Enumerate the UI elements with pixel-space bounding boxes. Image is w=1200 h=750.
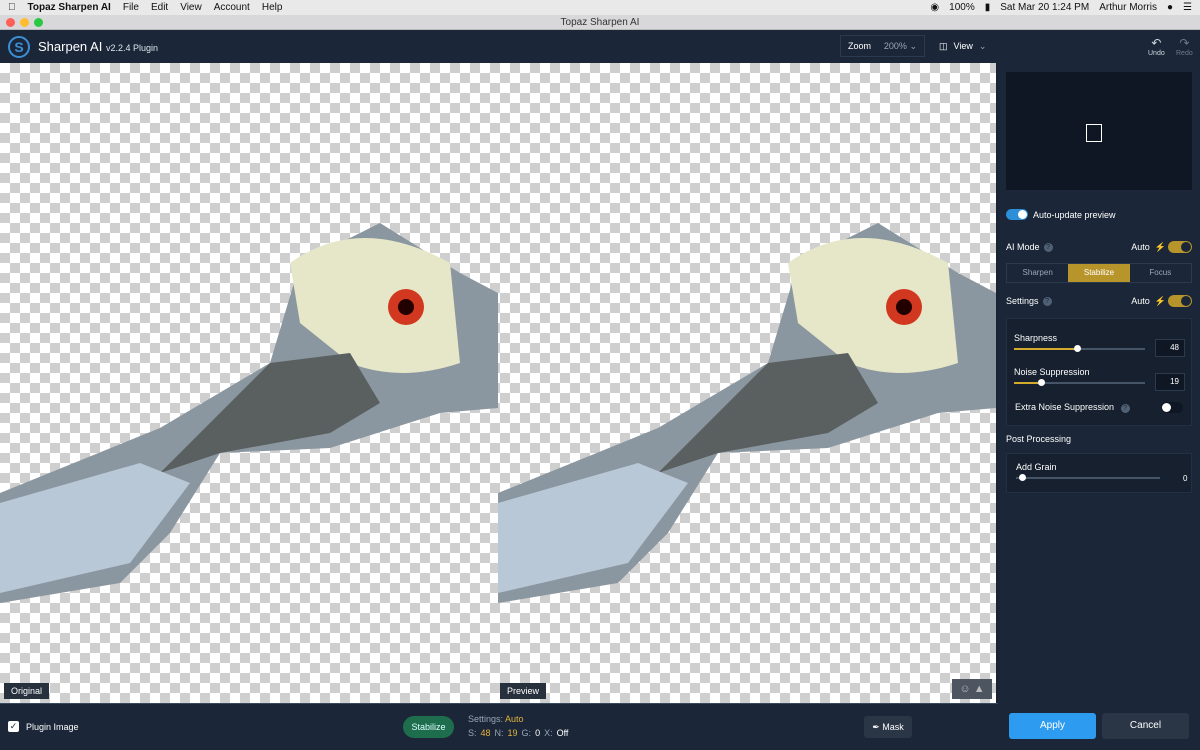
mode-badge-button[interactable]: Stabilize [403, 716, 454, 738]
settings-label: Settings: [468, 714, 504, 724]
user-name[interactable]: Arthur Morris [1099, 2, 1157, 13]
brush-icon: ✒ [872, 722, 880, 732]
image-canvas[interactable]: Original Preview ☺ ▲ [0, 63, 996, 703]
ai-mode-segmented: Sharpen Stabilize Focus [1006, 263, 1192, 283]
plugin-image-checkbox[interactable]: ✓ [8, 721, 19, 732]
plugin-image-label: Plugin Image [26, 722, 79, 732]
lightning-icon: ⚡ [1154, 241, 1166, 252]
battery-icon[interactable]: ▮ [985, 2, 991, 13]
post-processing-card: Add Grain 0 [1006, 453, 1192, 493]
settings-auto-label: Auto [1131, 296, 1150, 306]
sharpness-value[interactable]: 48 [1155, 339, 1185, 357]
settings-label: Settings [1006, 296, 1039, 306]
apply-button[interactable]: Apply [1009, 713, 1096, 739]
chevron-down-icon: ⌄ [909, 40, 917, 51]
cancel-button[interactable]: Cancel [1102, 713, 1189, 739]
add-grain-value: 0 [1183, 474, 1188, 483]
menu-view[interactable]: View [180, 2, 202, 13]
menu-help[interactable]: Help [262, 2, 283, 13]
apple-icon[interactable]:  [8, 2, 16, 13]
undo-label: Undo [1148, 50, 1165, 57]
help-icon[interactable]: ? [1042, 296, 1052, 306]
zoom-dropdown[interactable]: Zoom 200% ⌄ [840, 35, 925, 57]
navigator-thumbnail[interactable] [1006, 72, 1192, 190]
mac-menubar:  Topaz Sharpen AI File Edit View Accoun… [0, 0, 1200, 15]
ai-mode-auto-label: Auto [1131, 242, 1150, 252]
x-value: Off [556, 728, 569, 738]
view-label: View [953, 41, 973, 51]
auto-update-label: Auto-update preview [1033, 209, 1116, 220]
s-label: S: [468, 728, 477, 738]
list-icon[interactable]: ☰ [1183, 2, 1192, 13]
clock[interactable]: Sat Mar 20 1:24 PM [1000, 2, 1089, 13]
window-titlebar: Topaz Sharpen AI [0, 15, 1200, 30]
settings-value: Auto [505, 714, 524, 724]
app-version: v2.2.4 Plugin [105, 43, 158, 53]
zoom-window-button[interactable] [34, 18, 43, 27]
compare-toggle-button[interactable]: ☺ ▲ [952, 679, 992, 699]
extra-noise-toggle[interactable] [1161, 402, 1183, 413]
settings-auto-toggle[interactable] [1168, 295, 1192, 307]
mode-focus-tab[interactable]: Focus [1130, 264, 1191, 282]
add-grain-slider[interactable] [1016, 474, 1160, 481]
noise-suppression-label: Noise Suppression [1014, 367, 1090, 377]
extra-noise-label: Extra Noise Suppression [1015, 402, 1115, 412]
wifi-icon[interactable]: ◉ [930, 2, 939, 13]
help-icon[interactable]: ? [1043, 242, 1053, 252]
ai-mode-label: AI Mode [1006, 242, 1040, 252]
mode-sharpen-tab[interactable]: Sharpen [1007, 264, 1068, 282]
original-label: Original [4, 683, 50, 699]
preview-label: Preview [500, 683, 547, 699]
auto-update-toggle[interactable] [1006, 209, 1028, 220]
original-pane[interactable]: Original [0, 63, 498, 703]
menu-file[interactable]: File [123, 2, 139, 13]
post-processing-label: Post Processing [1006, 434, 1072, 444]
battery-percent[interactable]: 100% [949, 2, 975, 13]
window-title: Topaz Sharpen AI [560, 17, 640, 28]
noise-suppression-slider[interactable] [1014, 379, 1145, 386]
original-image [0, 223, 498, 603]
sharpness-label: Sharpness [1014, 333, 1058, 343]
undo-icon: ↶ [1151, 36, 1162, 50]
help-icon[interactable]: ? [1120, 404, 1130, 413]
broken-image-icon [1086, 124, 1102, 142]
redo-label: Redo [1176, 50, 1193, 57]
n-label: N: [494, 728, 504, 738]
mask-button[interactable]: ✒ Mask [864, 716, 912, 738]
right-sidebar: ↶ Undo ↷ Redo Auto-update preview AI Mod… [998, 30, 1200, 750]
sharpness-slider[interactable] [1014, 345, 1145, 352]
noise-suppression-value[interactable]: 19 [1155, 373, 1185, 391]
split-view-icon: ◫ [939, 40, 948, 51]
preview-image [498, 223, 996, 603]
lightning-icon: ⚡ [1154, 295, 1166, 306]
zoom-value: 200% [883, 40, 907, 51]
siri-icon[interactable]: ● [1167, 2, 1173, 13]
app-title: Sharpen AI [38, 39, 103, 54]
chevron-down-icon: ⌄ [978, 40, 987, 51]
minimize-window-button[interactable] [20, 18, 29, 27]
mode-stabilize-tab[interactable]: Stabilize [1068, 264, 1130, 282]
topaz-logo-icon: S [8, 35, 30, 58]
n-value: 19 [507, 728, 518, 738]
settings-card: Sharpness 48 Noise Suppression 19 Extra … [1006, 318, 1192, 426]
g-value: 0 [535, 728, 541, 738]
redo-button[interactable]: ↷ Redo [1176, 36, 1193, 57]
redo-icon: ↷ [1179, 36, 1190, 50]
preview-pane[interactable]: Preview ☺ ▲ [498, 63, 996, 703]
close-window-button[interactable] [6, 18, 15, 27]
ai-mode-auto-toggle[interactable] [1168, 241, 1192, 253]
bottom-status-bar: ✓ Plugin Image Stabilize Settings: Auto … [0, 703, 998, 750]
add-grain-label: Add Grain [1016, 462, 1057, 472]
g-label: G: [521, 728, 532, 738]
zoom-label: Zoom [848, 41, 872, 51]
s-value: 48 [480, 728, 491, 738]
menu-account[interactable]: Account [214, 2, 250, 13]
x-label: X: [544, 728, 553, 738]
view-dropdown[interactable]: ◫ View ⌄ [933, 35, 995, 57]
app-menu[interactable]: Topaz Sharpen AI [28, 2, 111, 13]
undo-button[interactable]: ↶ Undo [1148, 36, 1165, 57]
mask-label: Mask [882, 722, 904, 732]
menu-edit[interactable]: Edit [151, 2, 168, 13]
app-header: S Sharpen AI v2.2.4 Plugin Zoom 200% ⌄ ◫… [0, 30, 998, 63]
